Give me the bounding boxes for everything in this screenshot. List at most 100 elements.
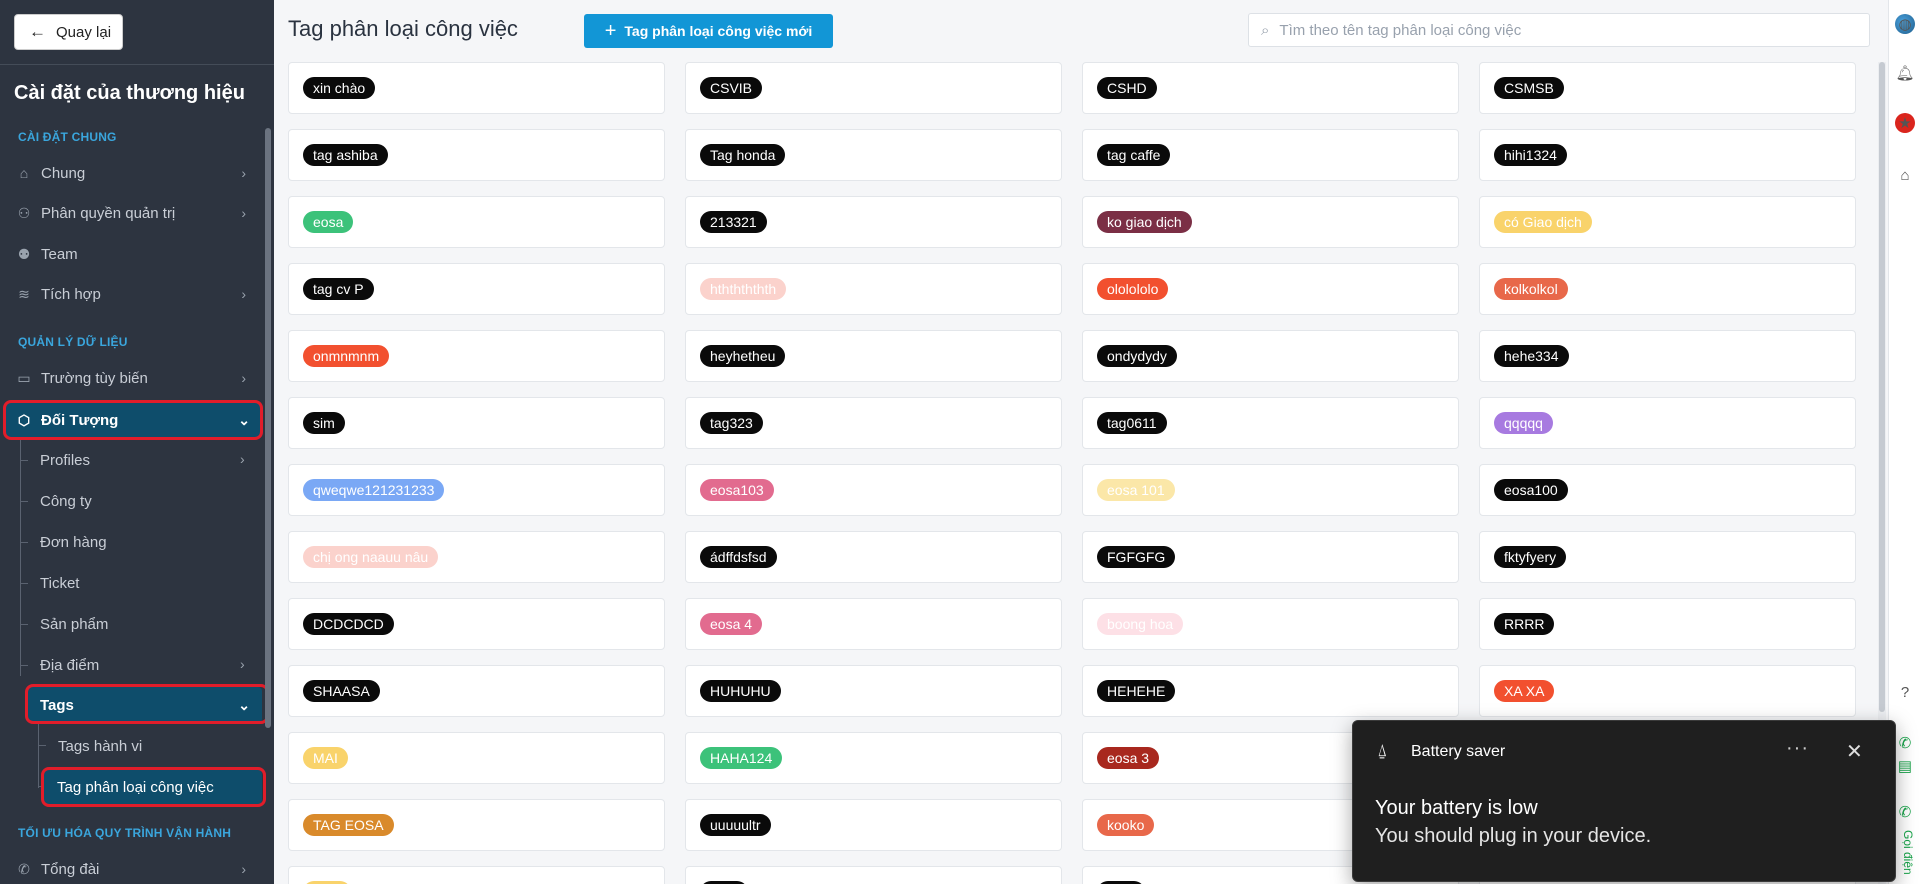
tag-card[interactable]: uuuuultr (685, 799, 1062, 851)
tag-card[interactable]: 213321 (685, 196, 1062, 248)
vietnam-flag-icon[interactable]: ★ (1895, 113, 1915, 133)
tag-card[interactable]: có Giao dịch (1479, 196, 1856, 248)
sidebar-item-profiles[interactable]: Profiles (40, 445, 90, 475)
tag-card[interactable]: xin chào (288, 62, 665, 114)
phone-icon[interactable]: ✆ (1895, 802, 1915, 822)
tag-card[interactable]: tag cv P (288, 263, 665, 315)
tag-card[interactable] (288, 866, 665, 884)
tag-pill: eosa 3 (1097, 747, 1160, 769)
custom-field-icon: ▭ (17, 369, 31, 386)
sidebar-item-tich-hop[interactable]: ≋ Tích hợp › (14, 277, 258, 311)
sidebar-item-dia-diem[interactable]: Địa điểm (40, 650, 99, 680)
sidebar-item-phan-quyen[interactable]: ⚇ Phân quyền quản trị › (14, 196, 258, 230)
sidebar-item-team[interactable]: ⚉ Team (14, 237, 258, 271)
tag-card[interactable]: ádffdsfsd (685, 531, 1062, 583)
tag-card[interactable]: ondydydy (1082, 330, 1459, 382)
tag-card[interactable]: CSVIB (685, 62, 1062, 114)
tag-pill: eosa 101 (1097, 479, 1175, 501)
tag-card[interactable]: CSHD (1082, 62, 1459, 114)
bell-icon[interactable]: 🔔︎ (1895, 63, 1915, 83)
tag-card[interactable]: qweqwe121231233 (288, 464, 665, 516)
sidebar-item-chung[interactable]: ⌂ Chung › (14, 156, 258, 190)
tag-card[interactable] (685, 866, 1062, 884)
tag-card[interactable]: eosa 4 (685, 598, 1062, 650)
tag-card[interactable]: sim (288, 397, 665, 449)
tag-card[interactable]: eosa (288, 196, 665, 248)
tag-card[interactable]: FGFGFG (1082, 531, 1459, 583)
chat-icon[interactable]: ▤ (1895, 756, 1915, 776)
store-icon[interactable]: ⌂ (1895, 165, 1915, 185)
tag-card[interactable]: kolkolkol (1479, 263, 1856, 315)
tag-card[interactable]: hihi1324 (1479, 129, 1856, 181)
close-icon[interactable]: ✕ (1846, 739, 1863, 764)
tag-card[interactable]: eosa103 (685, 464, 1062, 516)
sidebar-item-label: Công ty (40, 492, 92, 510)
tag-card[interactable]: HUHUHU (685, 665, 1062, 717)
tag-card[interactable]: heyhetheu (685, 330, 1062, 382)
tag-card[interactable]: chị ong naauu nâu (288, 531, 665, 583)
tag-card[interactable]: ololololo (1082, 263, 1459, 315)
new-tag-button-label: Tag phân loại công việc mới (624, 23, 813, 39)
tag-card[interactable]: eosa 101 (1082, 464, 1459, 516)
tag-card[interactable]: qqqqq (1479, 397, 1856, 449)
tag-pill: qqqqq (1494, 412, 1553, 434)
toast-message: Your battery is low (1375, 797, 1538, 819)
sidebar-item-tong-dai[interactable]: ✆ Tổng đài › (14, 852, 258, 884)
tag-card[interactable]: RRRR (1479, 598, 1856, 650)
tag-pill: uuuuultr (700, 814, 771, 836)
sidebar-item-cong-ty[interactable]: Công ty (40, 486, 92, 516)
chevron-right-icon: › (241, 370, 246, 386)
new-tag-button[interactable]: + Tag phân loại công việc mới (584, 14, 833, 48)
tag-pill: fktyfyery (1494, 546, 1567, 568)
tag-pill: SHAASA (303, 680, 380, 702)
tag-card[interactable]: eosa100 (1479, 464, 1856, 516)
tag-card[interactable]: hehe334 (1479, 330, 1856, 382)
avatar-globe-icon[interactable]: ◍ (1895, 14, 1915, 34)
tag-card[interactable]: tag caffe (1082, 129, 1459, 181)
tree-line (38, 724, 39, 788)
tag-pill: FGFGFG (1097, 546, 1176, 568)
tag-card[interactable]: TAG EOSA (288, 799, 665, 851)
sidebar-item-ticket[interactable]: Ticket (40, 568, 79, 598)
tag-pill: Tag honda (700, 144, 786, 166)
tag-card[interactable]: tag0611 (1082, 397, 1459, 449)
tag-card[interactable]: hththththth (685, 263, 1062, 315)
sidebar-item-label: Tích hợp (41, 285, 101, 303)
tag-card[interactable]: Tag honda (685, 129, 1062, 181)
sidebar-scrollbar[interactable] (265, 128, 271, 728)
tag-pill: ololololo (1097, 278, 1169, 300)
chevron-right-icon: › (241, 286, 246, 302)
tag-card[interactable]: boong hoa (1082, 598, 1459, 650)
sidebar-item-tags-hanh-vi[interactable]: Tags hành vi (58, 731, 142, 761)
call-label[interactable]: Gọi điện (1895, 830, 1915, 875)
search-box[interactable]: ⌕ (1248, 13, 1870, 47)
tag-card[interactable]: DCDCDCD (288, 598, 665, 650)
main-scrollbar-thumb[interactable] (1879, 62, 1885, 712)
sidebar-item-label: Team (41, 245, 78, 263)
back-button[interactable]: ← Quay lại (14, 14, 123, 50)
tag-card[interactable]: MAI (288, 732, 665, 784)
phone-call-icon[interactable]: ✆ (1895, 733, 1915, 753)
sidebar-item-don-hang[interactable]: Đơn hàng (40, 527, 107, 557)
tag-card[interactable]: HAHA124 (685, 732, 1062, 784)
tag-card[interactable]: ko giao dịch (1082, 196, 1459, 248)
tag-card[interactable]: HEHEHE (1082, 665, 1459, 717)
tag-card[interactable]: tag323 (685, 397, 1062, 449)
tag-card[interactable]: XA XA (1479, 665, 1856, 717)
tag-card[interactable]: tag ashiba (288, 129, 665, 181)
help-icon[interactable]: ? (1895, 682, 1915, 702)
tag-pill: eosa (303, 211, 354, 233)
more-options-icon[interactable]: ··· (1786, 737, 1809, 760)
tag-pill: hihi1324 (1494, 144, 1567, 166)
tag-pill: XA XA (1494, 680, 1555, 702)
tag-card[interactable]: fktyfyery (1479, 531, 1856, 583)
tag-card[interactable]: onmnmnm (288, 330, 665, 382)
sidebar-item-san-pham[interactable]: Sản phẩm (40, 609, 108, 639)
tag-pill: ádffdsfsd (700, 546, 777, 568)
sidebar-item-truong-tuy-bien[interactable]: ▭ Trường tùy biến › (14, 361, 258, 395)
search-input[interactable] (1279, 21, 1840, 39)
sidebar-item-label: Sản phẩm (40, 615, 109, 633)
tag-card[interactable]: CSMSB (1479, 62, 1856, 114)
tag-card[interactable]: SHAASA (288, 665, 665, 717)
page-title: Tag phân loại công việc (288, 16, 518, 41)
